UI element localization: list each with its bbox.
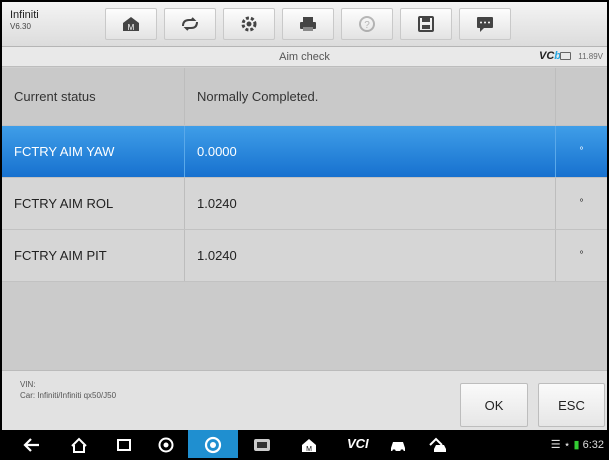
vehicle-swap-icon [182,17,198,31]
save-button[interactable] [400,8,452,40]
garage-shortcut-button[interactable] [428,436,448,454]
remote-desk-icon [254,439,270,451]
row-unit: ° [579,146,584,157]
garage-car-icon [429,437,446,452]
browser-button[interactable] [156,436,176,454]
recent-apps-button[interactable] [114,436,134,454]
vci-logo-text: VC [538,50,555,62]
android-home-button[interactable] [69,436,89,454]
status-tray: ☰ ⋆ ▮ 6:32 [550,438,604,452]
table-row-fctry-aim-pit[interactable]: FCTRY AIM PIT 1.0240 ° [2,230,607,282]
ok-button[interactable]: OK [460,383,528,427]
row-value: 0.0000 [185,126,556,177]
autel-home-button[interactable]: M [299,436,319,454]
autel-home-icon: M [302,439,316,453]
system-navigation-bar: M VCI ☰ ⋆ ▮ 6:32 [2,430,607,458]
camera-icon [204,436,222,454]
app-info: Infiniti V6.30 [10,9,39,31]
home-button[interactable]: M [105,8,157,40]
esc-button[interactable]: ESC [538,383,605,427]
vci-shortcut-button[interactable]: VCI [347,436,369,451]
printer-icon [300,17,316,31]
row-label: FCTRY AIM YAW [2,126,185,177]
settings-gear-icon [241,16,257,32]
status-value: Normally Completed. [185,68,556,125]
top-toolbar: Infiniti V6.30 M ? [2,2,607,47]
row-value: 1.0240 [185,178,556,229]
row-unit: ° [579,250,584,261]
svg-text:M: M [306,446,312,453]
svg-text:?: ? [364,20,370,31]
app-version: V6.30 [10,22,31,31]
svg-text:M: M [128,23,135,32]
bluetooth-icon: ⋆ [563,439,571,451]
signal-icon: ▮ [573,439,580,451]
status-unit [556,68,607,125]
app-name: Infiniti [10,9,39,21]
clock: 6:32 [582,438,604,451]
back-arrow-icon [23,438,39,452]
battery-voltage: 11.89V [578,52,603,61]
row-unit: ° [579,198,584,209]
home-icon: M [123,17,139,32]
row-label: FCTRY AIM ROL [2,178,185,229]
vci-connection-indicator: VCb [539,50,561,62]
back-button[interactable] [22,436,42,454]
status-label: Current status [2,68,185,125]
row-label: FCTRY AIM PIT [2,230,185,281]
car-label: Car: Infiniti/Infiniti qx50/J50 [20,391,117,400]
screen-header: Aim check VCb 11.89V [2,47,607,67]
data-table: Current status Normally Completed. FCTRY… [2,68,607,370]
browser-icon [158,437,174,453]
remote-desk-button[interactable] [252,436,272,454]
table-row-fctry-aim-yaw[interactable]: FCTRY AIM YAW 0.0000 ° [2,126,607,178]
recent-apps-icon [117,439,131,451]
help-icon: ? [359,16,375,32]
status-row: Current status Normally Completed. [2,68,607,126]
app-window: Infiniti V6.30 M ? Aim check VCb 11.89V [0,0,609,460]
android-home-icon [71,437,87,453]
camera-button[interactable] [188,430,238,458]
vehicle-shortcut-button[interactable] [388,436,408,454]
wifi-icon: ☰ [550,439,561,451]
print-button[interactable] [282,8,334,40]
message-icon [477,17,493,32]
footer-bar: VIN: Car: Infiniti/Infiniti qx50/J50 OK … [2,370,607,430]
vehicle-swap-button[interactable] [164,8,216,40]
screen-title: Aim check [279,51,330,63]
message-button[interactable] [459,8,511,40]
table-row-fctry-aim-rol[interactable]: FCTRY AIM ROL 1.0240 ° [2,178,607,230]
settings-button[interactable] [223,8,275,40]
battery-icon [560,52,571,60]
help-button[interactable]: ? [341,8,393,40]
car-icon [391,442,405,453]
save-icon [418,16,434,32]
row-value: 1.0240 [185,230,556,281]
vin-label: VIN: [20,380,36,389]
